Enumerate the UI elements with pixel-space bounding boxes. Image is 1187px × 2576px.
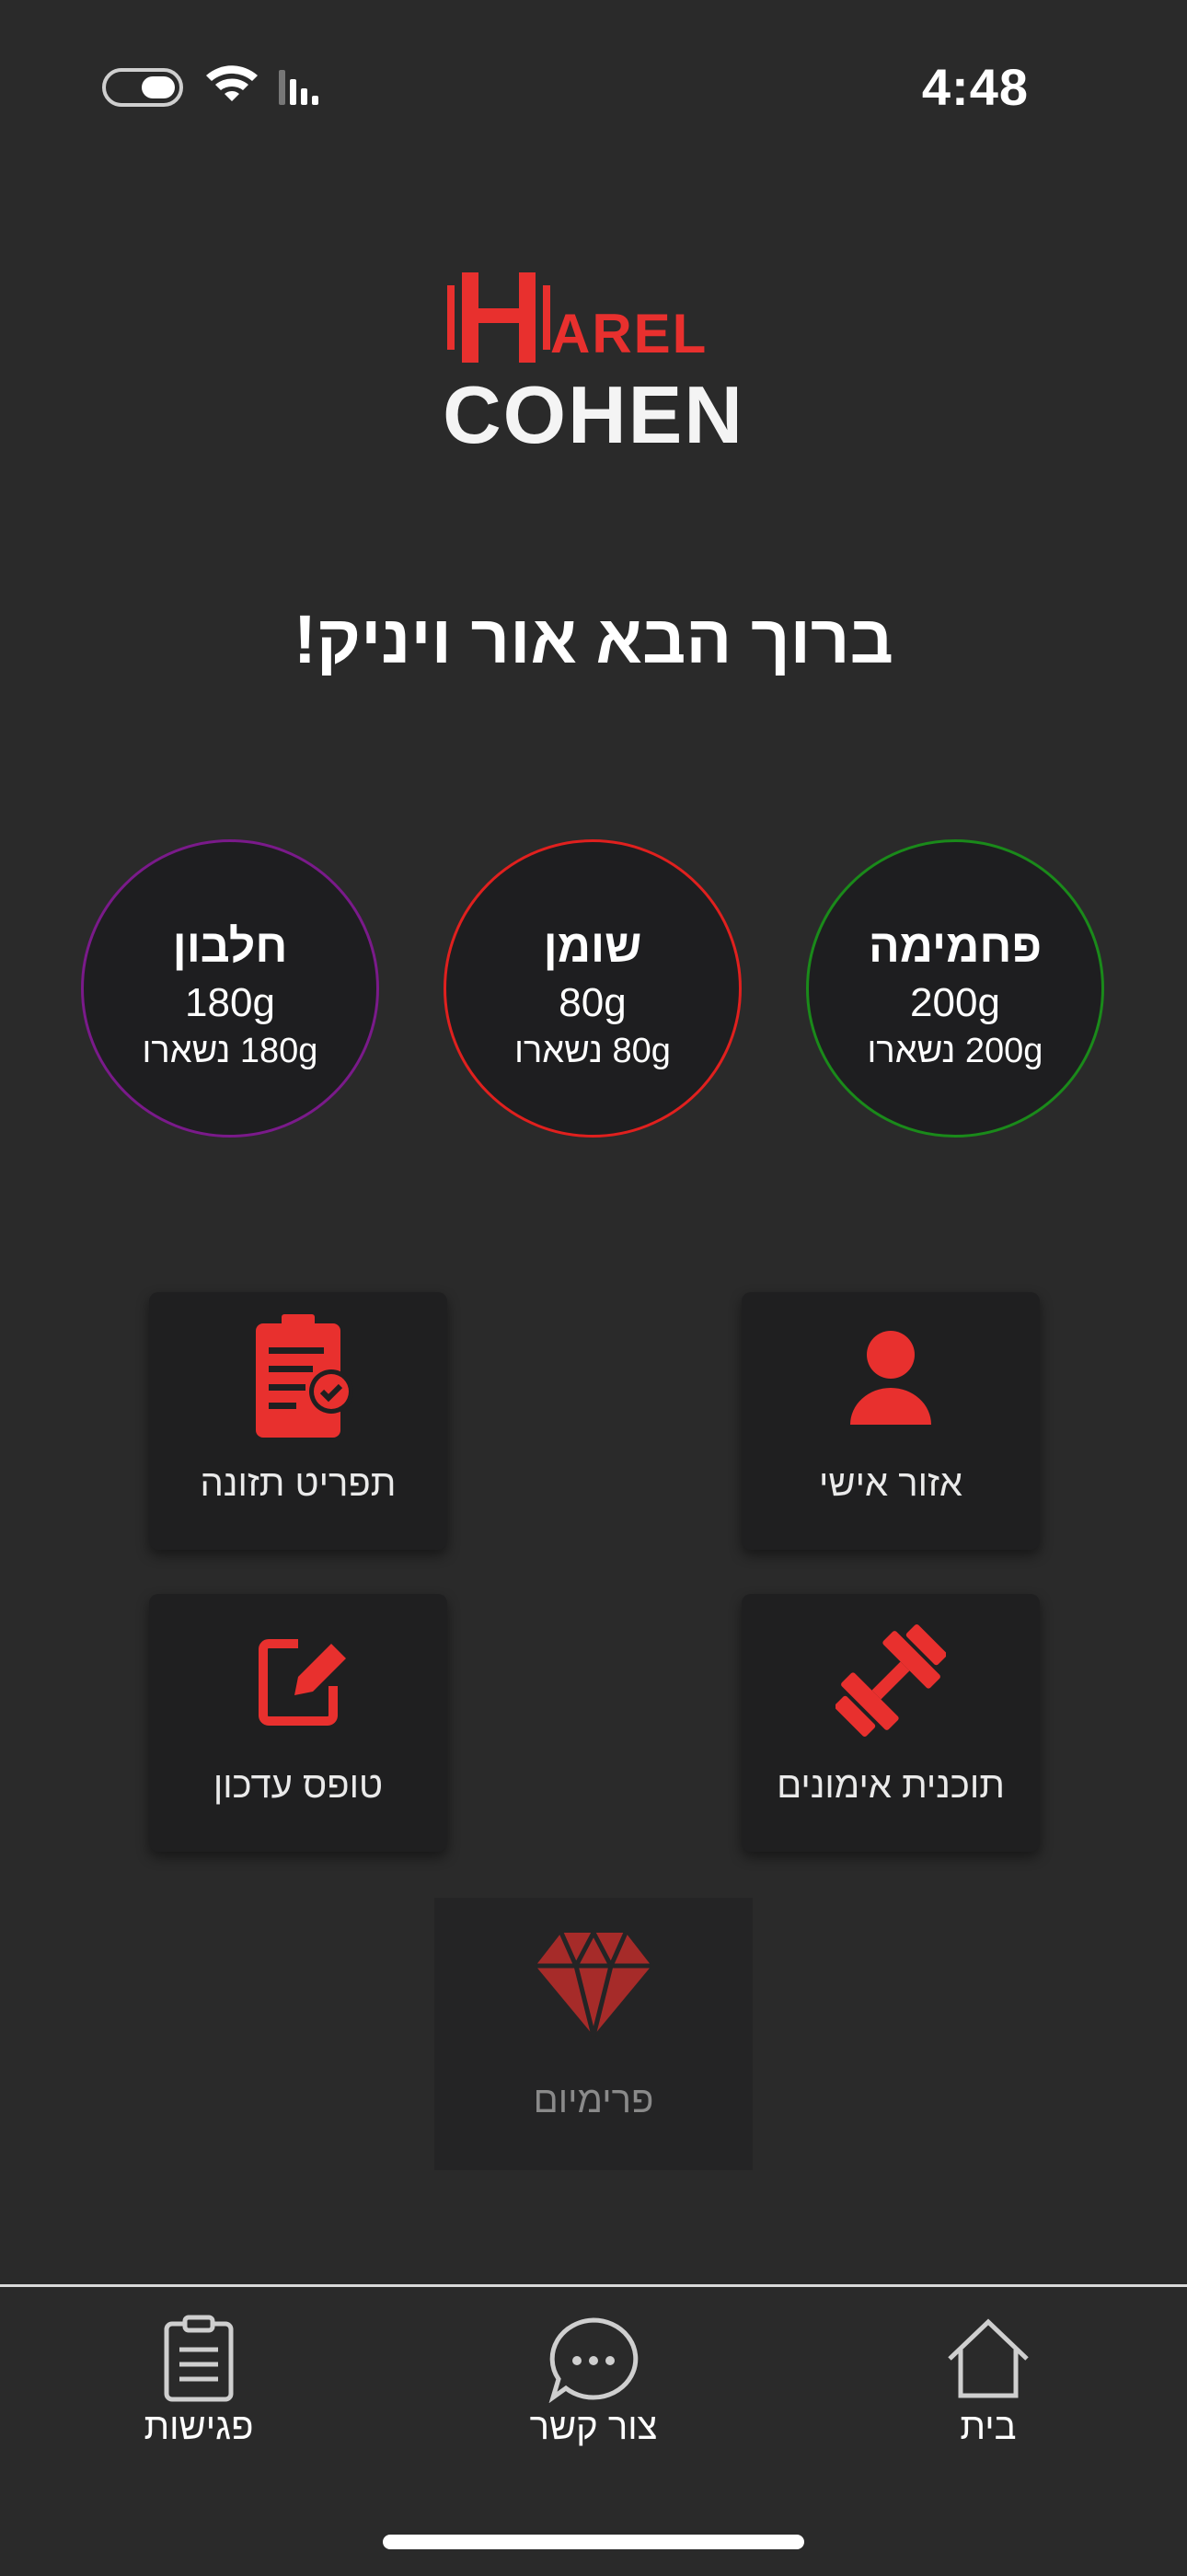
update-form-tile[interactable]: טופס עדכון [149,1594,447,1852]
nav-label: צור קשר [529,2407,658,2447]
clipboard-icon [164,2315,234,2402]
nav-label: בית [960,2407,1017,2447]
tile-label: טופס עדכון [213,1765,384,1806]
logo-text-cohen: COHEN [443,369,744,460]
nav-contact[interactable]: צור קשר [483,2315,704,2462]
signal-icon [279,70,318,105]
workout-plan-tile[interactable]: תוכנית אימונים [742,1594,1040,1852]
nutrition-menu-tile[interactable]: תפריט תזונה [149,1292,447,1550]
person-icon [850,1331,931,1425]
status-time: 4:48 [921,58,1029,116]
tile-label: אזור אישי [818,1463,962,1504]
protein-circle: חלבון 180g 180g נשארו [81,839,379,1138]
nav-home[interactable]: בית [878,2315,1099,2462]
macro-remaining: 200g נשארו [867,1032,1043,1070]
tile-label: תוכנית אימונים [777,1765,1005,1806]
bottom-nav: בית צור קשר פגישות [0,2284,1187,2576]
dumbbell-icon [836,1624,946,1737]
macro-name: שומן [543,920,642,972]
macro-remaining: 180g נשארו [142,1032,318,1070]
chat-bubble-icon [548,2317,639,2403]
battery-icon [102,68,183,107]
tile-label: תפריט תזונה [200,1463,397,1504]
home-icon [948,2318,1029,2398]
wifi-icon [206,65,258,101]
carbs-circle: פחמימה 200g 200g נשארו [806,839,1104,1138]
welcome-heading: ברוך הבא אור ויניק! [294,601,893,677]
macro-amount: 80g [559,980,627,1025]
macro-amount: 180g [185,980,275,1025]
fat-circle: שומן 80g 80g נשארו [444,839,742,1138]
nav-label: פגישות [144,2407,254,2447]
nav-meetings[interactable]: פגישות [88,2315,309,2462]
tile-label: פרימיום [533,2080,654,2120]
macro-name: פחמימה [868,920,1043,972]
premium-tile[interactable]: פרימיום [434,1898,753,2170]
home-indicator[interactable] [383,2535,804,2549]
harel-cohen-logo: AREL COHEN [442,260,745,460]
macro-amount: 200g [910,980,1000,1025]
logo-text-arel: AREL [550,303,709,364]
macro-name: חלבון [172,920,288,972]
clipboard-check-icon [256,1314,353,1438]
personal-area-tile[interactable]: אזור אישי [742,1292,1040,1550]
macro-remaining: 80g נשארו [514,1032,671,1070]
diamond-icon [536,1927,651,2037]
edit-icon [259,1639,346,1726]
status-icons [101,64,340,110]
